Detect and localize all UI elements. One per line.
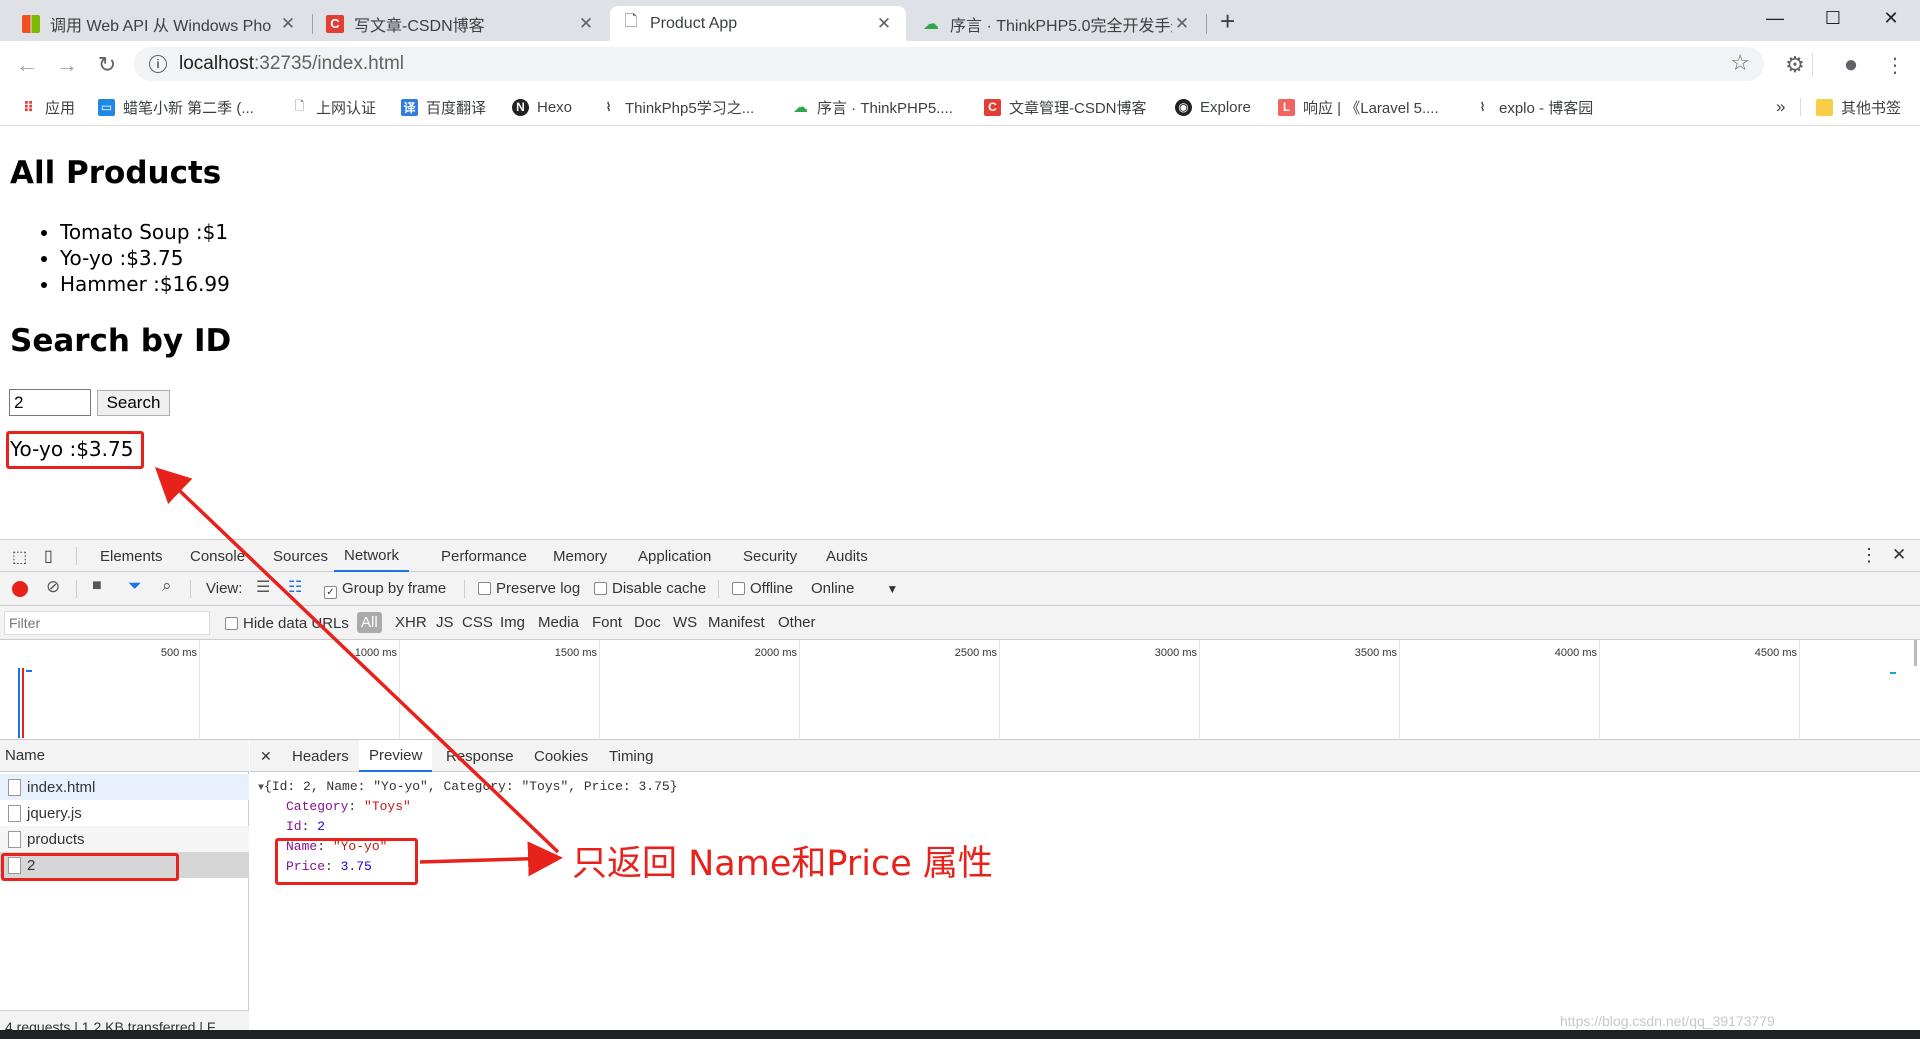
taskbar-strip	[0, 1030, 1920, 1039]
arrow-to-fields	[419, 841, 563, 877]
arrow-to-result	[154, 467, 560, 854]
annotation-note: 只返回 Name和Price 属性	[572, 844, 993, 884]
